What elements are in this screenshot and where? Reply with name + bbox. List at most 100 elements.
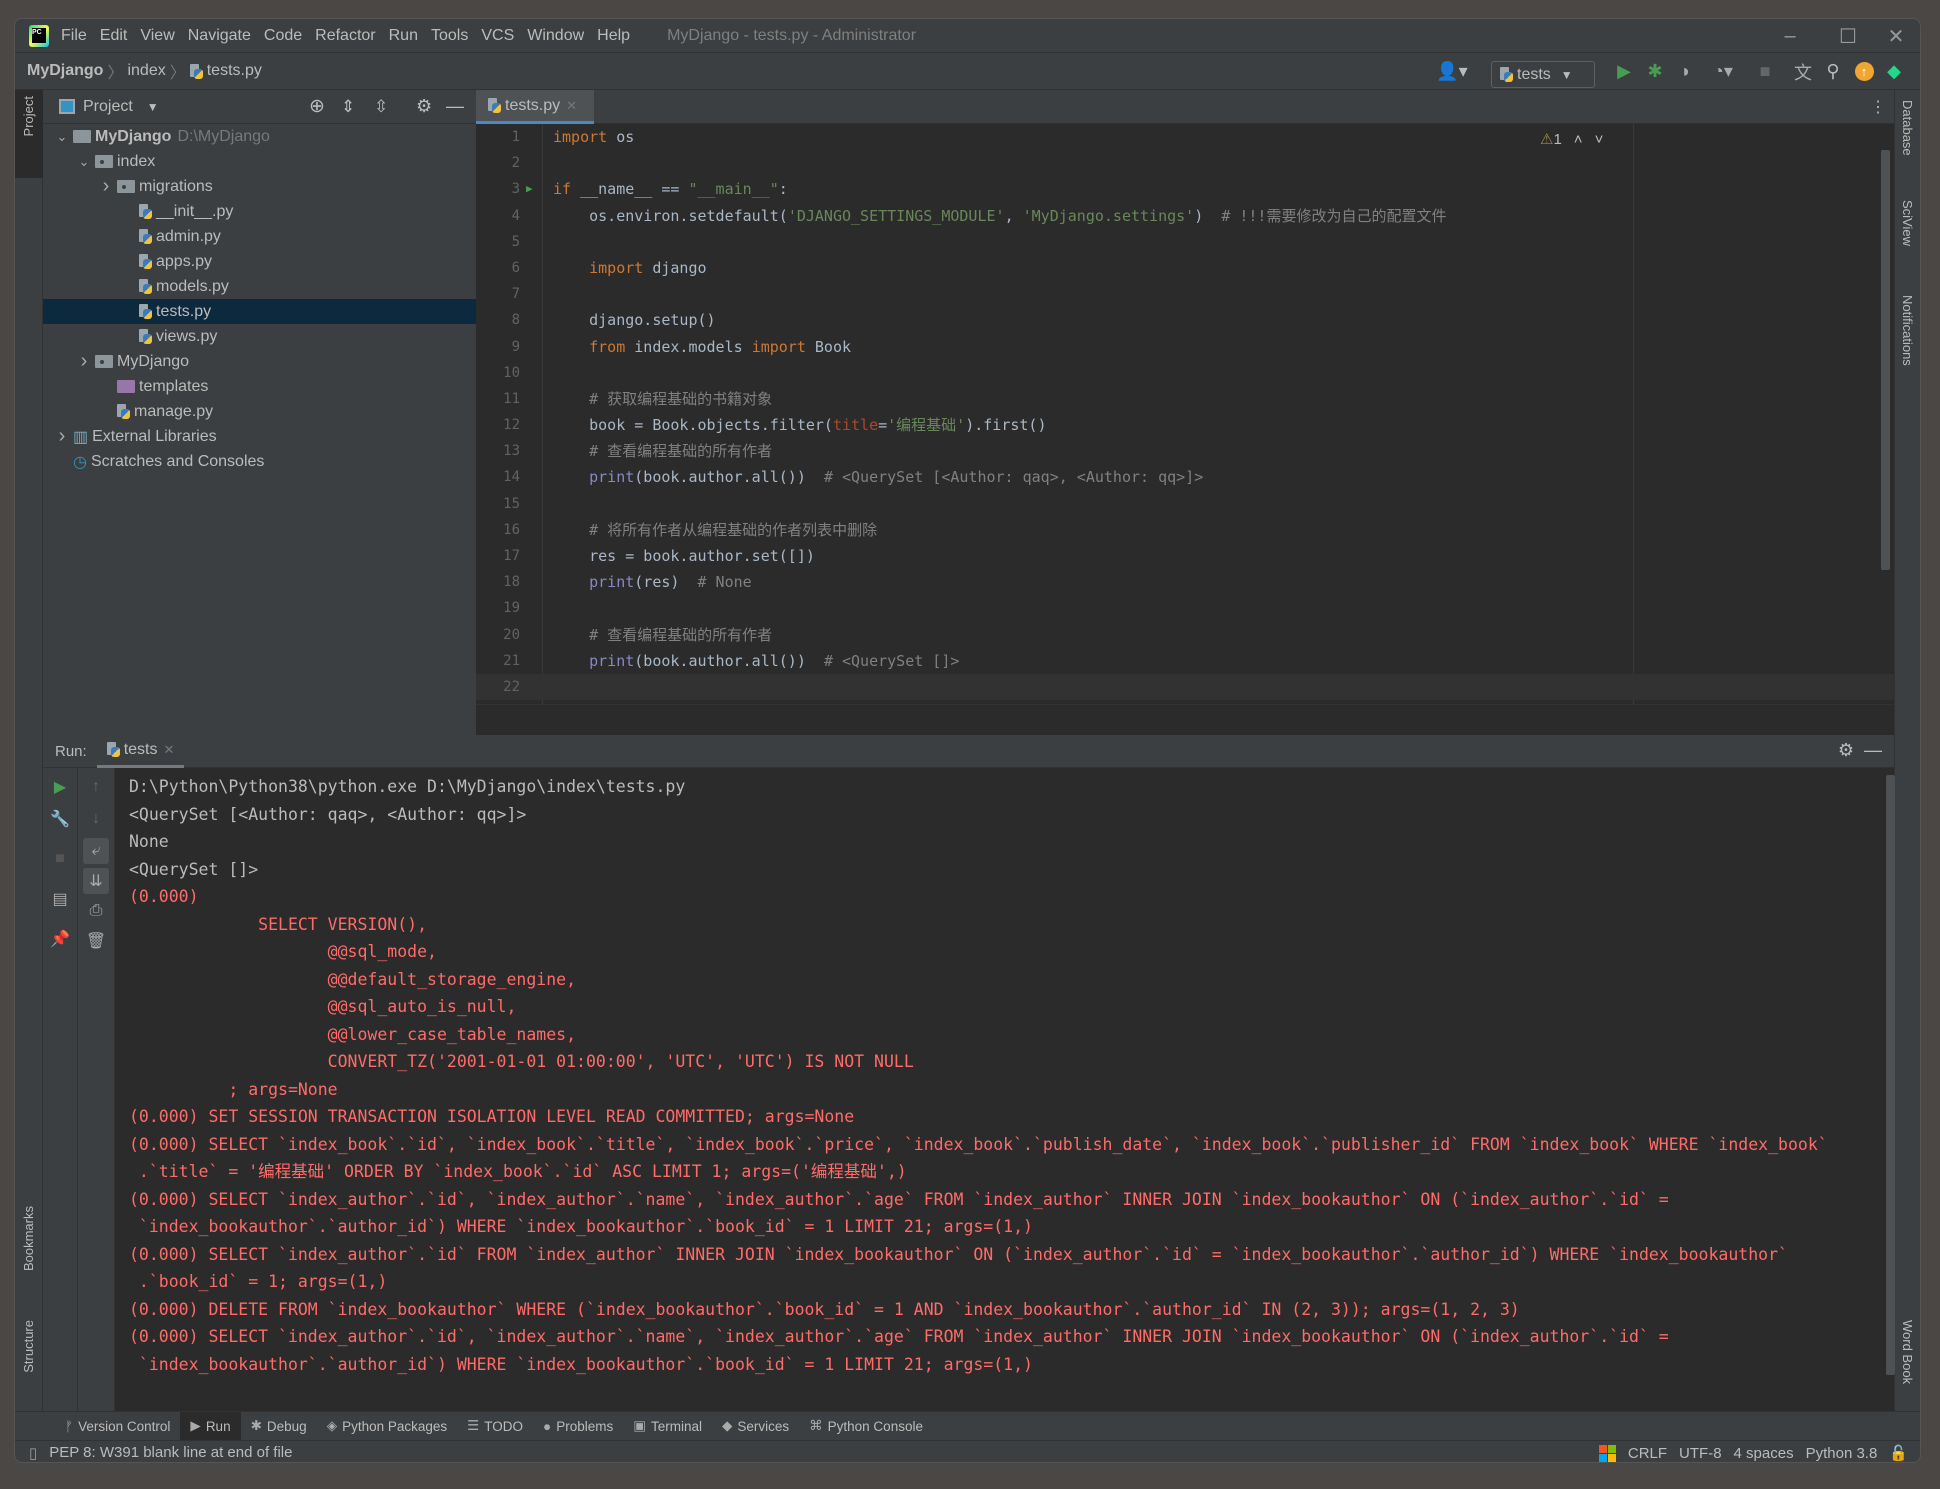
indent-setting[interactable]: 4 spaces xyxy=(1734,1445,1794,1462)
lock-icon[interactable]: 🔓 xyxy=(1889,1444,1908,1462)
debug-icon[interactable]: ✱ xyxy=(1642,53,1668,90)
search-icon[interactable]: ⚲ xyxy=(1820,53,1846,90)
wrench-icon[interactable]: 🔧 xyxy=(47,806,73,832)
tree-item[interactable]: ⌄ MyDjango D:\MyDjango xyxy=(43,124,476,149)
chevron-right-icon[interactable]: › xyxy=(51,425,73,448)
menu-refactor[interactable]: Refactor xyxy=(315,27,375,44)
python-interpreter[interactable]: Python 3.8 xyxy=(1806,1445,1878,1462)
close-tab-icon[interactable]: ✕ xyxy=(163,742,174,758)
menu-run[interactable]: Run xyxy=(389,27,418,44)
tool-button-problems[interactable]: ● Problems xyxy=(533,1412,623,1441)
tree-item[interactable]: views.py xyxy=(43,324,476,349)
tree-item[interactable]: › MyDjango xyxy=(43,349,476,374)
arrow-up-icon[interactable]: ↑ xyxy=(83,774,109,800)
tree-item[interactable]: ⌄ index xyxy=(43,149,476,174)
chevron-down-icon[interactable]: ⌄ xyxy=(51,129,73,145)
tree-item[interactable]: › migrations xyxy=(43,174,476,199)
jetbrains-icon[interactable]: ◆ xyxy=(1881,53,1907,90)
chevron-down-icon[interactable]: ⌄ xyxy=(73,154,95,170)
run-icon[interactable]: ▶ xyxy=(1611,53,1637,90)
tree-item[interactable]: templates xyxy=(43,374,476,399)
menu-tools[interactable]: Tools xyxy=(431,27,468,44)
arrow-down-icon[interactable]: ↓ xyxy=(83,806,109,832)
tree-item[interactable]: __init__.py xyxy=(43,199,476,224)
tool-button-debug[interactable]: ✱ Debug xyxy=(241,1412,317,1441)
update-icon[interactable]: ↑ xyxy=(1851,53,1877,90)
console-output[interactable]: D:\Python\Python38\python.exe D:\MyDjang… xyxy=(129,773,1884,1378)
structure-tool-button[interactable]: Structure xyxy=(15,1320,43,1410)
bookmarks-tool-button[interactable]: Bookmarks xyxy=(15,1206,43,1301)
pin-icon[interactable]: 📌 xyxy=(47,926,73,952)
tool-button-version-control[interactable]: ᚠ Version Control xyxy=(55,1412,180,1441)
breadcrumb-folder[interactable]: index xyxy=(127,62,165,80)
print-icon[interactable]: ⎙ xyxy=(83,898,109,924)
tree-item[interactable]: models.py xyxy=(43,274,476,299)
run-gutter-icon[interactable]: ▶ xyxy=(526,176,533,202)
hide-icon[interactable]: — xyxy=(446,96,464,117)
gear-icon[interactable]: ⚙ xyxy=(416,96,432,117)
chevron-right-icon[interactable]: › xyxy=(73,350,95,373)
scroll-to-end-icon[interactable]: ⇊ xyxy=(83,868,109,894)
collapse-all-icon[interactable]: ⇳ xyxy=(374,97,388,117)
panel-toggle-icon[interactable]: ▯ xyxy=(29,1444,37,1462)
menu-navigate[interactable]: Navigate xyxy=(188,27,251,44)
menu-window[interactable]: Window xyxy=(527,27,584,44)
stop-icon[interactable]: ■ xyxy=(47,846,73,872)
line-separator[interactable]: CRLF xyxy=(1628,1445,1667,1462)
soft-wrap-icon[interactable]: ⤶ xyxy=(83,838,109,864)
menu-file[interactable]: File xyxy=(61,27,87,44)
translate-icon[interactable]: 文 xyxy=(1790,53,1816,90)
tool-button-python-packages[interactable]: ◈ Python Packages xyxy=(317,1412,457,1441)
maximize-button[interactable]: ☐ xyxy=(1823,19,1873,53)
close-button[interactable]: ✕ xyxy=(1871,19,1920,53)
tab-tests-py[interactable]: tests.py ✕ xyxy=(476,90,594,124)
menu-code[interactable]: Code xyxy=(264,27,302,44)
expand-all-icon[interactable]: ⇕ xyxy=(341,97,355,117)
project-tool-button[interactable]: Project xyxy=(15,90,43,178)
file-encoding[interactable]: UTF-8 xyxy=(1679,1445,1722,1462)
minimize-button[interactable]: – xyxy=(1765,19,1815,53)
tree-item[interactable]: tests.py xyxy=(43,299,476,324)
chevron-down-icon[interactable]: ▼ xyxy=(147,100,159,114)
breadcrumb-project[interactable]: MyDjango xyxy=(27,62,103,80)
breadcrumb-file[interactable]: tests.py xyxy=(207,62,262,80)
menu-edit[interactable]: Edit xyxy=(100,27,128,44)
run-tab-tests[interactable]: tests ✕ xyxy=(96,735,185,768)
tree-item[interactable]: ◷ Scratches and Consoles xyxy=(43,449,476,474)
project-view-selector[interactable]: Project xyxy=(83,98,133,116)
next-highlight-icon[interactable]: ˅ xyxy=(1595,131,1604,148)
hide-icon[interactable]: — xyxy=(1864,740,1882,761)
gear-icon[interactable]: ⚙ xyxy=(1838,740,1854,761)
tool-button-run[interactable]: ▶ Run xyxy=(180,1411,241,1441)
tool-button-python-console[interactable]: ⌘ Python Console xyxy=(799,1412,933,1441)
code-area[interactable]: 1 import os 2 3 ▶ if __name__ == "__main__": 4… xyxy=(476,124,1894,701)
menu-view[interactable]: View xyxy=(140,27,174,44)
editor-horizontal-scroll-area[interactable] xyxy=(476,704,1894,735)
layout-icon[interactable]: ▤ xyxy=(47,886,73,912)
more-icon[interactable]: ⋮ xyxy=(1870,97,1886,117)
coverage-icon[interactable]: ◗ xyxy=(1673,53,1699,90)
tree-item[interactable]: admin.py xyxy=(43,224,476,249)
stop-icon[interactable]: ■ xyxy=(1755,53,1775,90)
trash-icon[interactable]: 🗑 xyxy=(83,928,109,954)
tab-label: tests.py xyxy=(505,96,561,114)
close-tab-icon[interactable]: ✕ xyxy=(566,98,577,114)
tree-item[interactable]: › ▥ External Libraries xyxy=(43,424,476,449)
locate-icon[interactable]: ⊕ xyxy=(309,95,325,118)
profile-icon[interactable]: ◔▾ xyxy=(1705,53,1741,90)
run-config-selector[interactable]: tests ▼ xyxy=(1491,61,1595,88)
inspection-widget[interactable]: ⚠1 ˄ ˅ xyxy=(1540,130,1603,148)
console-scrollbar[interactable] xyxy=(1886,775,1895,1375)
prev-highlight-icon[interactable]: ˄ xyxy=(1574,131,1583,148)
user-icon[interactable]: 👤▾ xyxy=(1435,53,1469,90)
tool-button-terminal[interactable]: ▣ Terminal xyxy=(623,1412,712,1441)
tree-item[interactable]: manage.py xyxy=(43,399,476,424)
editor-scrollbar[interactable] xyxy=(1881,150,1890,570)
chevron-right-icon[interactable]: › xyxy=(95,175,117,198)
menu-help[interactable]: Help xyxy=(597,27,630,44)
menu-vcs[interactable]: VCS xyxy=(481,27,514,44)
tool-button-todo[interactable]: ☰ TODO xyxy=(457,1412,533,1441)
tool-button-services[interactable]: ◆ Services xyxy=(712,1412,799,1441)
rerun-icon[interactable]: ▶ xyxy=(47,774,73,800)
tree-item[interactable]: apps.py xyxy=(43,249,476,274)
